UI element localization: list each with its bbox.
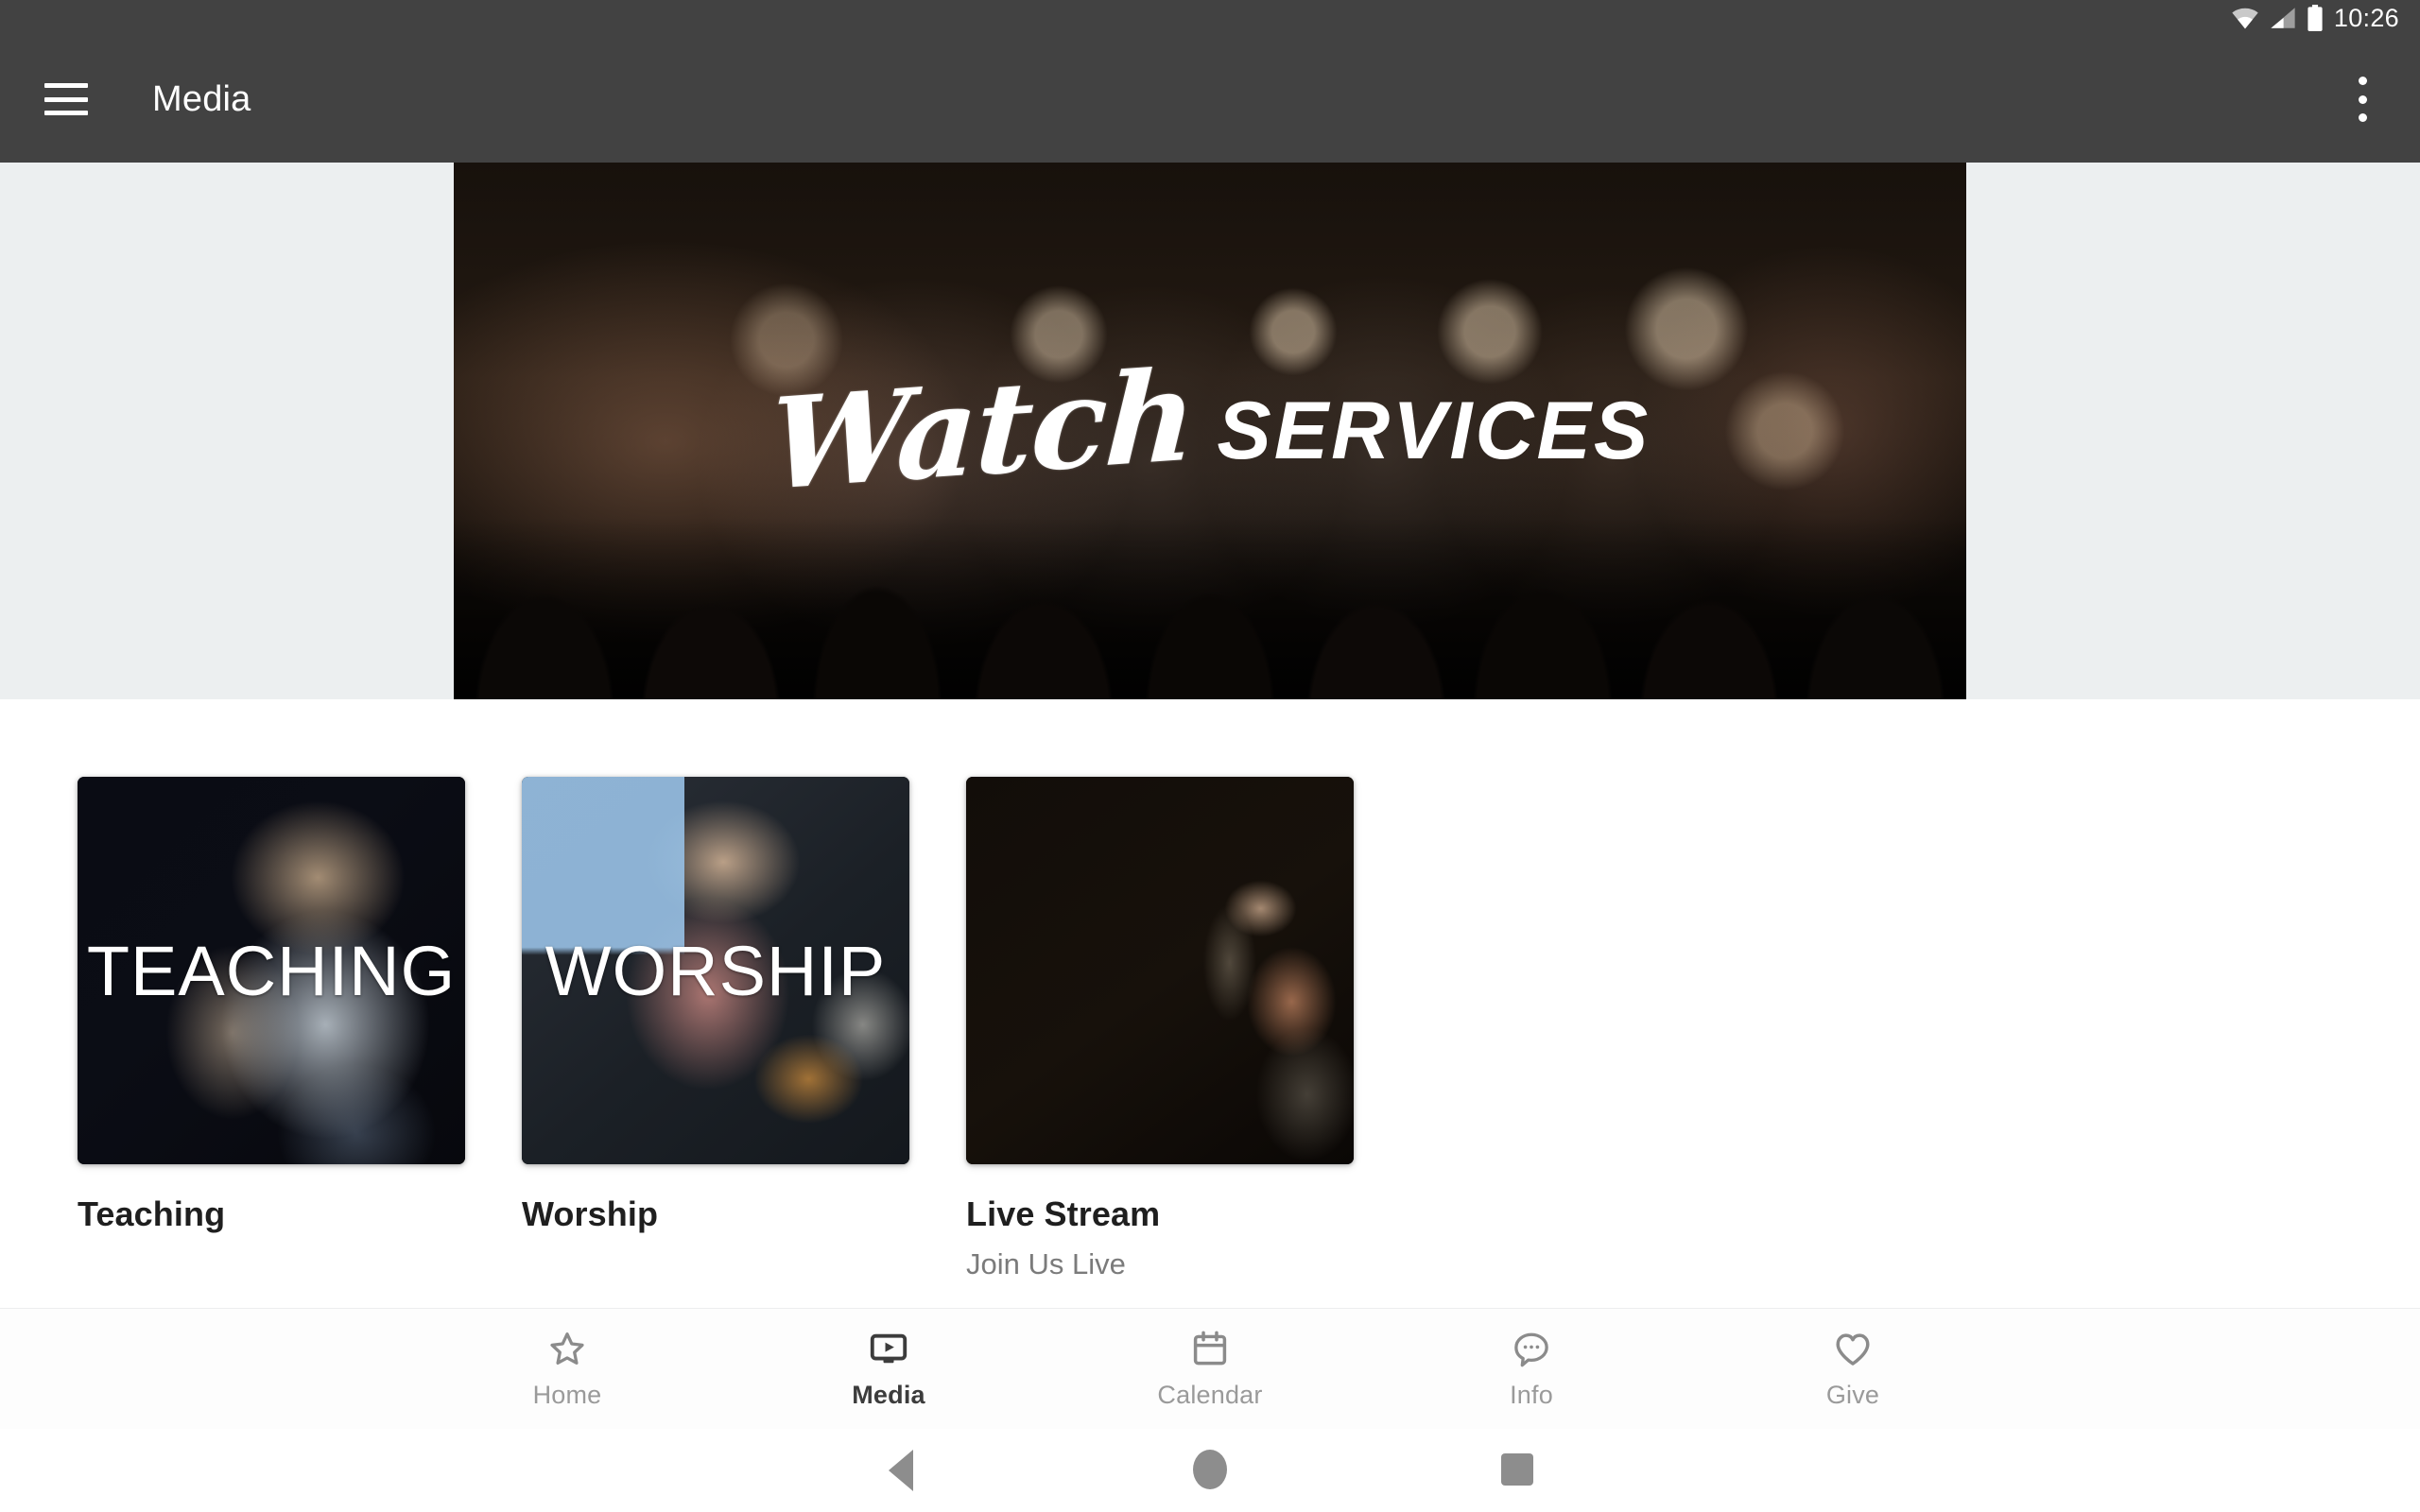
card-worship-overlay: WORSHIP xyxy=(522,777,909,1164)
card-teaching-overlay: TEACHING xyxy=(78,777,465,1164)
card-teaching[interactable]: TEACHING Teaching xyxy=(78,777,465,1234)
android-system-navigation xyxy=(0,1429,2420,1512)
hamburger-menu-icon[interactable] xyxy=(44,83,88,115)
heart-icon xyxy=(1832,1328,1874,1371)
card-worship-overlay-label: WORSHIP xyxy=(544,931,887,1010)
bottom-navigation-bar: Home Media Calendar Info Give xyxy=(0,1308,2420,1429)
page-title: Media xyxy=(152,78,251,119)
nav-item-media[interactable]: Media xyxy=(728,1328,1049,1410)
calendar-icon xyxy=(1189,1328,1231,1371)
nav-label-give: Give xyxy=(1825,1381,1880,1409)
chat-bubble-icon xyxy=(1511,1328,1552,1371)
nav-label-home: Home xyxy=(532,1381,602,1409)
nav-item-home[interactable]: Home xyxy=(406,1328,728,1410)
overflow-menu-icon[interactable] xyxy=(2341,73,2384,126)
video-monitor-icon xyxy=(868,1328,909,1371)
nav-item-give[interactable]: Give xyxy=(1692,1328,2014,1410)
card-live-stream[interactable]: Live Stream Join Us Live xyxy=(966,777,1354,1281)
card-worship-thumbnail[interactable]: WORSHIP xyxy=(522,777,909,1164)
nav-item-calendar[interactable]: Calendar xyxy=(1049,1328,1371,1410)
star-icon xyxy=(546,1328,588,1371)
card-live-stream-title: Live Stream xyxy=(966,1194,1161,1233)
nav-label-calendar: Calendar xyxy=(1157,1381,1263,1409)
nav-label-media: Media xyxy=(852,1381,925,1409)
card-teaching-title: Teaching xyxy=(78,1194,226,1233)
card-live-stream-subtitle: Join Us Live xyxy=(966,1247,1126,1280)
recents-square-icon[interactable] xyxy=(1501,1453,1533,1486)
battery-icon xyxy=(2307,5,2324,31)
media-category-grid: TEACHING Teaching WORSHIP Worship Live S… xyxy=(0,699,2420,1304)
card-worship[interactable]: WORSHIP Worship xyxy=(522,777,909,1234)
card-worship-title: Worship xyxy=(522,1194,659,1233)
back-triangle-icon[interactable] xyxy=(889,1450,913,1491)
card-teaching-overlay-label: TEACHING xyxy=(86,931,457,1010)
live-stream-photo xyxy=(966,777,1354,1164)
card-live-stream-thumbnail[interactable] xyxy=(966,777,1354,1164)
banner-area: Watch SERVICES xyxy=(0,163,2420,699)
cellular-signal-icon xyxy=(2270,7,2296,29)
app-screen: 10:26 Media Watch SERVICES TEACHING Teac… xyxy=(0,0,2420,1512)
watch-services-banner[interactable]: Watch SERVICES xyxy=(454,163,1966,699)
banner-script-word: Watch xyxy=(766,341,1198,519)
banner-bold-word: SERVICES xyxy=(1217,385,1651,476)
wifi-icon xyxy=(2231,7,2259,29)
card-teaching-thumbnail[interactable]: TEACHING xyxy=(78,777,465,1164)
nav-item-info[interactable]: Info xyxy=(1371,1328,1692,1410)
banner-text-group: Watch SERVICES xyxy=(454,163,1966,699)
home-circle-icon[interactable] xyxy=(1193,1450,1227,1489)
status-bar-clock: 10:26 xyxy=(2333,3,2399,32)
status-bar: 10:26 xyxy=(0,0,2420,36)
app-bar: Media xyxy=(0,36,2420,163)
nav-label-info: Info xyxy=(1510,1381,1553,1409)
